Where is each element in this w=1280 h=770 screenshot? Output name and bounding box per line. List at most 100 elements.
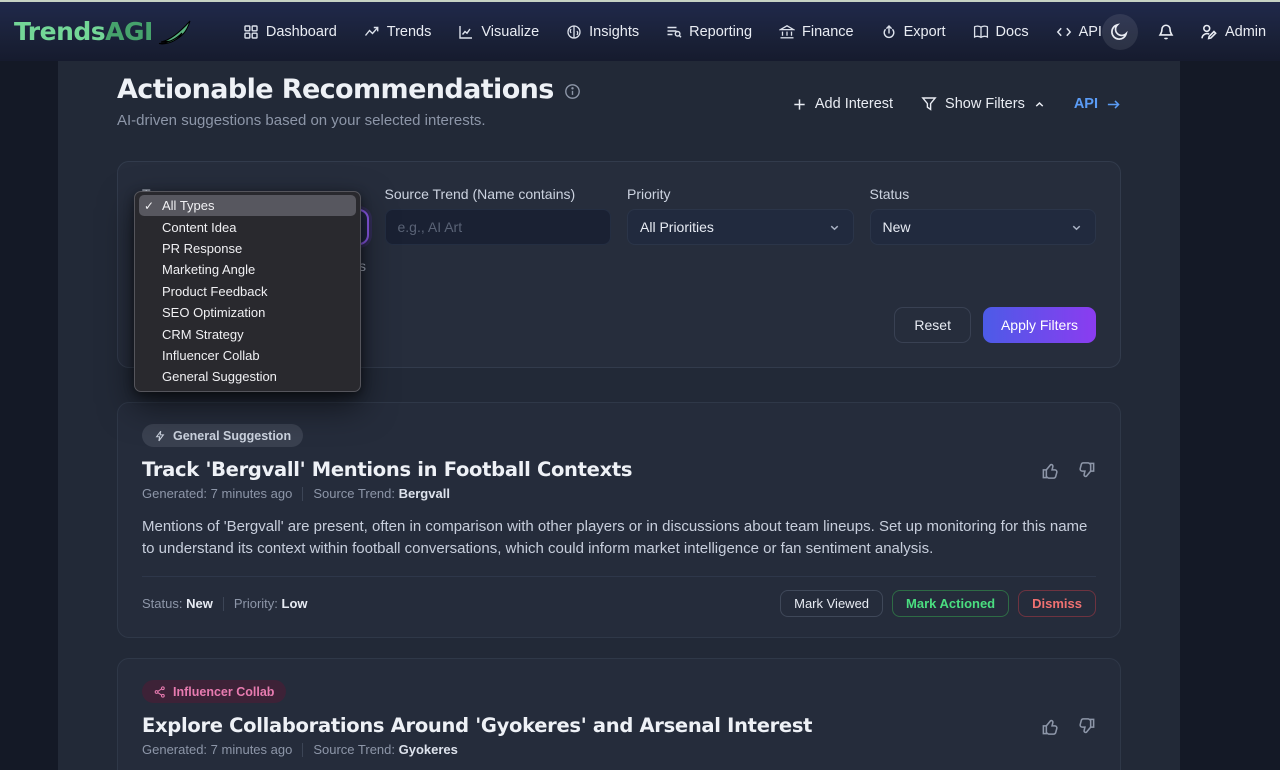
dropdown-option-pr-response[interactable]: PR Response <box>139 238 356 259</box>
dropdown-option-all-types[interactable]: ✓ All Types <box>139 195 356 217</box>
recommendation-title: Track 'Bergvall' Mentions in Football Co… <box>142 458 633 481</box>
book-icon <box>973 24 989 40</box>
nav-item-dashboard[interactable]: Dashboard <box>243 24 337 40</box>
badge-label: General Suggestion <box>173 428 292 443</box>
option-label: CRM Strategy <box>162 326 244 342</box>
share-nodes-icon <box>154 685 166 698</box>
header-actions: Add Interest Show Filters API <box>792 96 1121 112</box>
nav-label: Insights <box>589 23 640 40</box>
nav-right-cluster: Admin <box>1101 13 1280 50</box>
priority-select[interactable]: All Priorities <box>627 209 854 245</box>
nav-item-visualize[interactable]: Visualize <box>458 24 539 40</box>
dropdown-option-crm-strategy[interactable]: CRM Strategy <box>139 323 356 344</box>
nav-item-reporting[interactable]: Reporting <box>666 24 752 40</box>
api-link[interactable]: API <box>1074 96 1121 112</box>
option-label: Marketing Angle <box>162 262 256 278</box>
reset-button[interactable]: Reset <box>894 307 971 343</box>
nav-label: Trends <box>386 23 432 40</box>
moon-icon <box>1110 22 1129 41</box>
divider <box>302 742 304 757</box>
type-badge: General Suggestion <box>142 424 304 447</box>
dropdown-option-general-suggestion[interactable]: General Suggestion <box>139 366 356 387</box>
filter-type: Type ✓All Types Content Idea PR Response… <box>134 186 369 392</box>
card-divider <box>142 576 1096 577</box>
funnel-icon <box>921 96 937 112</box>
brand-name-primary: Trends <box>14 17 106 46</box>
badge-label: Influencer Collab <box>173 684 275 699</box>
add-interest-button[interactable]: Add Interest <box>792 96 893 112</box>
show-filters-toggle[interactable]: Show Filters <box>921 96 1046 112</box>
feedback-controls <box>1041 714 1096 736</box>
trending-icon <box>364 24 380 40</box>
admin-menu[interactable]: Admin <box>1194 23 1272 41</box>
mark-viewed-button[interactable]: Mark Viewed <box>780 590 884 617</box>
dropdown-option-marketing-angle[interactable]: Marketing Angle <box>139 259 356 280</box>
status-select[interactable]: New <box>869 209 1096 245</box>
add-interest-label: Add Interest <box>814 96 894 112</box>
brain-icon <box>566 24 582 40</box>
nav-item-finance[interactable]: Finance <box>779 24 854 40</box>
nav-label: Dashboard <box>265 23 337 40</box>
check-icon: ✓ <box>144 198 155 213</box>
lightning-icon <box>154 430 166 442</box>
admin-label: Admin <box>1224 23 1267 40</box>
thumbs-up-icon[interactable] <box>1041 461 1060 480</box>
option-label: General Suggestion <box>162 369 277 385</box>
priority-value: Low <box>281 596 308 611</box>
brand-name-secondary: AGI <box>105 17 153 46</box>
generated-label: Generated: <box>142 486 208 501</box>
api-link-label: API <box>1073 96 1098 112</box>
nav-item-insights[interactable]: Insights <box>566 24 639 40</box>
chevron-down-icon <box>1070 221 1083 234</box>
source-trend-label: Source Trend: <box>313 486 395 501</box>
nav-label: Finance <box>802 23 854 40</box>
nav-item-export[interactable]: Export <box>881 24 946 40</box>
feedback-controls <box>1041 458 1096 480</box>
status-label: Status <box>869 186 910 202</box>
option-label: Content Idea <box>162 219 237 235</box>
status-selected-value: New <box>882 219 911 235</box>
apply-filters-button[interactable]: Apply Filters <box>982 307 1096 343</box>
source-trend-input[interactable] <box>384 209 611 245</box>
divider <box>302 486 304 501</box>
recommendation-meta: Generated: 7 minutes ago Source Trend: G… <box>142 742 1096 757</box>
page-title: Actionable Recommendations <box>117 74 554 105</box>
brand-name: TrendsAGI <box>14 17 153 46</box>
type-dropdown-menu: ✓ All Types Content Idea PR Response Mark… <box>134 191 361 392</box>
info-icon[interactable] <box>564 83 581 100</box>
swoosh-logo-icon <box>157 18 193 46</box>
mark-actioned-button[interactable]: Mark Actioned <box>892 590 1010 617</box>
option-label: Influencer Collab <box>162 347 260 363</box>
top-navigation: TrendsAGI Dashboard Trends Visualize Ins… <box>0 0 1280 61</box>
nav-label: Docs <box>995 23 1029 40</box>
page-header: Actionable Recommendations AI-driven sug… <box>117 74 1121 129</box>
source-trend-label: Source Trend (Name contains) <box>384 186 576 202</box>
code-icon <box>1056 24 1072 40</box>
notifications-button[interactable] <box>1148 14 1184 50</box>
chevron-up-icon <box>1033 98 1046 111</box>
option-label: SEO Optimization <box>162 305 266 321</box>
dropdown-option-influencer-collab[interactable]: Influencer Collab <box>139 345 356 366</box>
card-footer: Status: New Priority: Low Mark Viewed Ma… <box>142 590 1096 617</box>
thumbs-down-icon[interactable] <box>1077 461 1096 480</box>
nav-item-docs[interactable]: Docs <box>973 24 1029 40</box>
nav-item-api[interactable]: API <box>1056 24 1102 40</box>
dashboard-grid-icon <box>243 24 259 40</box>
option-label: PR Response <box>162 240 243 256</box>
recommendation-meta: Generated: 7 minutes ago Source Trend: B… <box>142 486 1096 501</box>
divider <box>222 596 224 611</box>
type-badge: Influencer Collab <box>142 680 287 703</box>
dropdown-option-product-feedback[interactable]: Product Feedback <box>139 281 356 302</box>
dropdown-option-seo-optimization[interactable]: SEO Optimization <box>139 302 356 323</box>
dropdown-option-content-idea[interactable]: Content Idea <box>139 216 356 237</box>
recommendation-description: Mentions of 'Bergvall' are present, ofte… <box>142 518 1088 557</box>
filter-source-trend: Source Trend (Name contains) <box>384 186 611 245</box>
source-trend-value: Bergvall <box>398 486 450 501</box>
dark-mode-toggle[interactable] <box>1101 13 1138 50</box>
nav-item-trends[interactable]: Trends <box>364 23 432 40</box>
arrow-right-icon <box>1106 97 1121 112</box>
brand-logo[interactable]: TrendsAGI <box>14 17 193 46</box>
dismiss-button[interactable]: Dismiss <box>1018 590 1096 617</box>
thumbs-down-icon[interactable] <box>1077 717 1096 736</box>
thumbs-up-icon[interactable] <box>1041 717 1060 736</box>
